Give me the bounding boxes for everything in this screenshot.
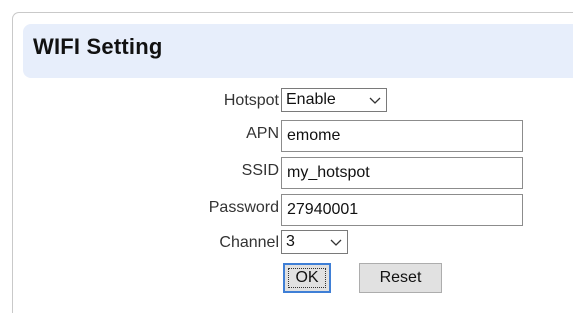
chevron-down-icon bbox=[330, 239, 342, 246]
ssid-input[interactable]: my_hotspot bbox=[281, 157, 523, 189]
channel-label: Channel bbox=[219, 234, 279, 251]
channel-select-value: 3 bbox=[286, 233, 295, 250]
channel-select[interactable]: 3 bbox=[281, 230, 348, 254]
password-label: Password bbox=[208, 199, 279, 216]
hotspot-label: Hotspot bbox=[223, 92, 279, 109]
password-input[interactable]: 27940001 bbox=[281, 194, 523, 226]
chevron-down-icon bbox=[369, 97, 381, 104]
apn-input[interactable]: emome bbox=[281, 120, 523, 152]
apn-label: APN bbox=[246, 125, 279, 142]
panel-title: WIFI Setting bbox=[33, 34, 163, 59]
ok-button-label: OK bbox=[295, 269, 319, 286]
hotspot-select[interactable]: Enable bbox=[281, 88, 387, 112]
reset-button[interactable]: Reset bbox=[359, 263, 442, 293]
ok-button[interactable]: OK bbox=[283, 263, 331, 293]
ssid-label: SSID bbox=[241, 162, 279, 179]
hotspot-select-value: Enable bbox=[286, 91, 336, 108]
